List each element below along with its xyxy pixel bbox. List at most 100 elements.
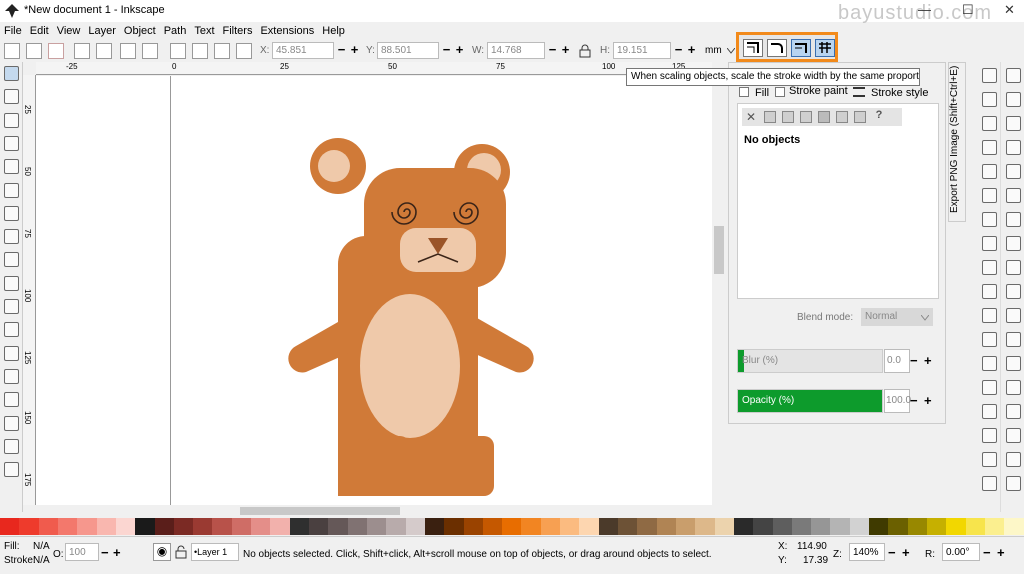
palette-swatch[interactable] xyxy=(366,518,387,535)
dropper-icon[interactable] xyxy=(4,368,19,384)
zoom-drawing-icon[interactable] xyxy=(982,356,997,371)
palette-swatch[interactable] xyxy=(231,518,252,535)
layer-lock-icon[interactable] xyxy=(175,545,187,559)
pencil-icon[interactable] xyxy=(4,229,19,245)
open-icon[interactable] xyxy=(982,92,997,107)
palette-swatch[interactable] xyxy=(347,518,367,535)
snap-bbox-mid-icon[interactable] xyxy=(1006,164,1021,179)
palette-swatch[interactable] xyxy=(714,518,734,535)
lower-to-bottom-icon[interactable] xyxy=(236,43,252,59)
palette-swatch[interactable] xyxy=(637,518,657,535)
close-button[interactable]: ✕ xyxy=(1004,2,1015,18)
zoom-field[interactable]: 140% xyxy=(849,543,885,561)
save-icon[interactable] xyxy=(982,116,997,131)
zoom-selection-icon[interactable] xyxy=(982,332,997,347)
opacity-minus-button[interactable]: − xyxy=(910,393,918,408)
snap-smooth-icon[interactable] xyxy=(1006,308,1021,323)
y-plus-button[interactable]: + xyxy=(453,42,466,59)
menu-object[interactable]: Object xyxy=(120,22,160,37)
gradient-icon[interactable] xyxy=(4,322,19,338)
scale-rounded-corners-icon[interactable] xyxy=(767,39,787,57)
menu-file[interactable]: File xyxy=(0,22,26,37)
palette-swatch[interactable] xyxy=(791,518,812,535)
cut-icon[interactable] xyxy=(982,284,997,299)
y-minus-button[interactable]: − xyxy=(440,42,453,59)
pattern-icon[interactable] xyxy=(836,111,848,123)
palette-swatch[interactable] xyxy=(96,518,116,535)
snap-intersection-icon[interactable] xyxy=(1006,260,1021,275)
export-icon[interactable] xyxy=(982,188,997,203)
w-field[interactable]: 14.768 xyxy=(487,42,545,59)
palette-swatch[interactable] xyxy=(502,518,522,535)
palette-swatch[interactable] xyxy=(927,518,947,535)
snap-cusp-icon[interactable] xyxy=(1006,284,1021,299)
unset-paint-icon[interactable]: ? xyxy=(872,109,886,123)
pen-icon[interactable] xyxy=(4,252,19,268)
h-minus-button[interactable]: − xyxy=(672,42,685,59)
opacity-minus-button[interactable]: − xyxy=(101,545,109,560)
palette-swatch[interactable] xyxy=(965,518,985,535)
zoom-plus-button[interactable]: + xyxy=(902,545,910,560)
linear-gradient-icon[interactable] xyxy=(782,111,794,123)
flip-vertical-icon[interactable] xyxy=(142,43,158,59)
blur-plus-button[interactable]: + xyxy=(924,353,932,368)
select-all-layers-icon[interactable] xyxy=(26,43,42,59)
menu-extensions[interactable]: Extensions xyxy=(256,22,318,37)
palette-swatch[interactable] xyxy=(675,518,696,535)
menu-help[interactable]: Help xyxy=(318,22,349,37)
palette-swatch[interactable] xyxy=(753,518,773,535)
x-plus-button[interactable]: + xyxy=(348,42,361,59)
snap-nodes-icon[interactable] xyxy=(1006,212,1021,227)
palette-swatch[interactable] xyxy=(656,518,676,535)
clone-icon[interactable] xyxy=(982,452,997,467)
no-paint-icon[interactable]: ✕ xyxy=(746,110,756,124)
swatch-icon[interactable] xyxy=(854,111,866,123)
palette-swatch[interactable] xyxy=(289,518,309,535)
layer-visibility-icon[interactable]: ◉ xyxy=(153,543,171,561)
palette-swatch[interactable] xyxy=(560,518,580,535)
snap-bbox-edge-icon[interactable] xyxy=(1006,116,1021,131)
new-document-icon[interactable] xyxy=(982,68,997,83)
palette-swatch[interactable] xyxy=(618,518,638,535)
zoom-width-icon[interactable] xyxy=(982,404,997,419)
text-icon[interactable] xyxy=(4,299,19,314)
blur-value[interactable]: 0.0 xyxy=(884,349,910,373)
palette-swatch[interactable] xyxy=(482,518,503,535)
palette-swatch[interactable] xyxy=(19,518,39,535)
x-field[interactable]: 45.851 xyxy=(272,42,334,59)
scroll-thumb[interactable] xyxy=(714,226,724,274)
palette-swatch[interactable] xyxy=(772,518,792,535)
palette-swatch[interactable] xyxy=(463,518,483,535)
import-icon[interactable] xyxy=(982,164,997,179)
snap-bbox-corner-icon[interactable] xyxy=(1006,140,1021,155)
palette-swatch[interactable] xyxy=(830,518,850,535)
w-minus-button[interactable]: − xyxy=(546,42,559,59)
palette-swatch[interactable] xyxy=(869,518,889,535)
scroll-thumb[interactable] xyxy=(240,507,400,515)
palette-swatch[interactable] xyxy=(309,518,329,535)
opacity-plus-button[interactable]: + xyxy=(113,545,121,560)
selector-icon[interactable] xyxy=(4,66,19,81)
palette-swatch[interactable] xyxy=(115,518,136,535)
palette-swatch[interactable] xyxy=(38,518,58,535)
maximize-button[interactable]: ☐ xyxy=(962,2,974,18)
snap-midpoint-icon[interactable] xyxy=(1006,332,1021,347)
chevron-down-icon[interactable] xyxy=(921,315,929,321)
palette-swatch[interactable] xyxy=(193,518,213,535)
snap-object-center-icon[interactable] xyxy=(1006,356,1021,371)
unit-select[interactable]: mm xyxy=(705,45,722,56)
chevron-down-icon[interactable] xyxy=(727,48,735,54)
snap-guide-icon[interactable] xyxy=(1006,476,1021,491)
snap-grid-icon[interactable] xyxy=(1006,452,1021,467)
y-field[interactable]: 88.501 xyxy=(377,42,439,59)
rotation-plus-button[interactable]: + xyxy=(997,545,1005,560)
rotation-minus-button[interactable]: − xyxy=(983,545,991,560)
teddy-bear-drawing[interactable] xyxy=(286,136,596,496)
mesh-icon[interactable] xyxy=(4,345,19,361)
lower-icon[interactable] xyxy=(214,43,230,59)
node-icon[interactable] xyxy=(4,89,19,105)
raise-icon[interactable] xyxy=(192,43,208,59)
palette-swatch[interactable] xyxy=(77,518,97,535)
snap-bbox-icon[interactable] xyxy=(1006,92,1021,107)
palette-swatch[interactable] xyxy=(521,518,541,535)
